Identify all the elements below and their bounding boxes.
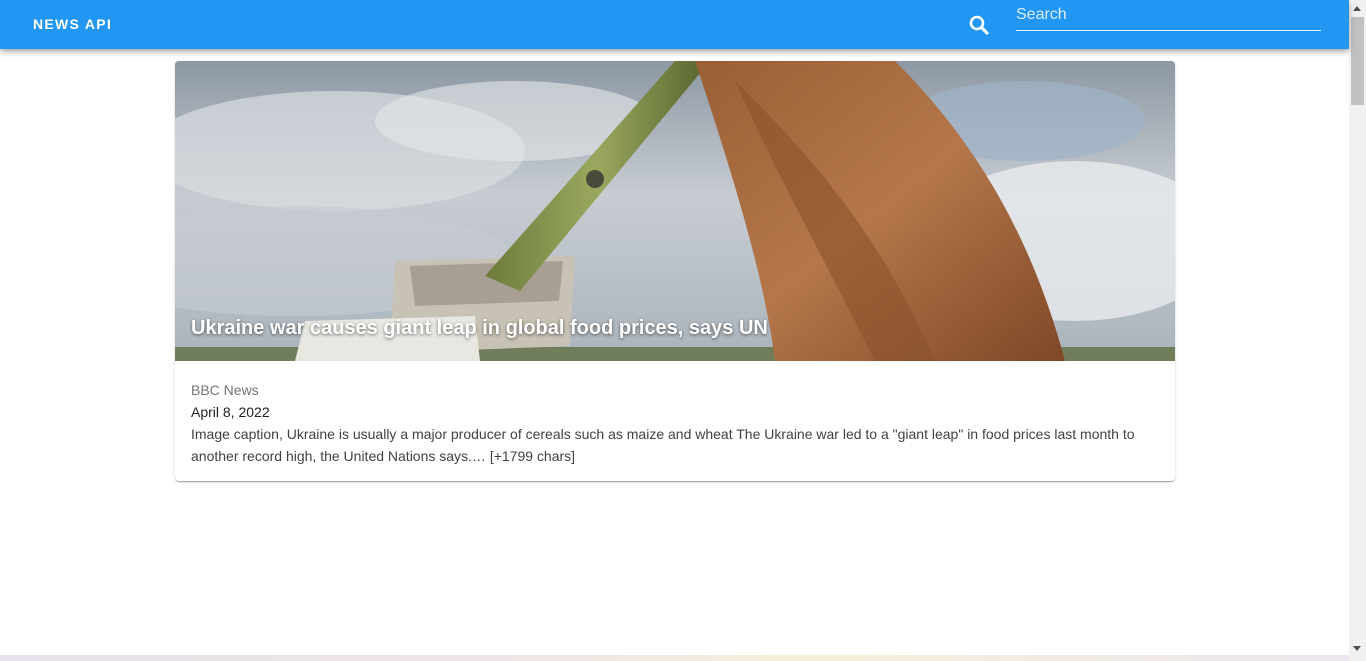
search-input[interactable] bbox=[1016, 2, 1321, 28]
news-card[interactable]: Ukraine war causes giant leap in global … bbox=[175, 61, 1175, 481]
card-content: BBC News April 8, 2022 Image caption, Uk… bbox=[175, 361, 1175, 467]
app-title[interactable]: NEWS API bbox=[33, 16, 112, 32]
search-field[interactable] bbox=[1016, 2, 1321, 31]
scroll-up-arrow-icon[interactable] bbox=[1353, 6, 1361, 11]
article-headline[interactable]: Ukraine war causes giant leap in global … bbox=[191, 317, 768, 340]
article-image[interactable]: Ukraine war causes giant leap in global … bbox=[175, 61, 1175, 361]
search-icon[interactable] bbox=[967, 13, 991, 37]
article-date: April 8, 2022 bbox=[191, 404, 270, 420]
scroll-down-arrow-icon[interactable] bbox=[1353, 646, 1361, 651]
app-bar: NEWS API bbox=[0, 0, 1349, 49]
bottom-edge-strip bbox=[0, 655, 1349, 661]
grain-harvest-illustration bbox=[175, 61, 1175, 361]
vertical-scrollbar[interactable] bbox=[1349, 0, 1366, 661]
app-root: NEWS API Search Ukraine war causes giant… bbox=[0, 0, 1366, 661]
article-source: BBC News bbox=[191, 382, 259, 398]
scroll-thumb[interactable] bbox=[1351, 17, 1364, 105]
article-description: Image caption, Ukraine is usually a majo… bbox=[191, 426, 1135, 464]
